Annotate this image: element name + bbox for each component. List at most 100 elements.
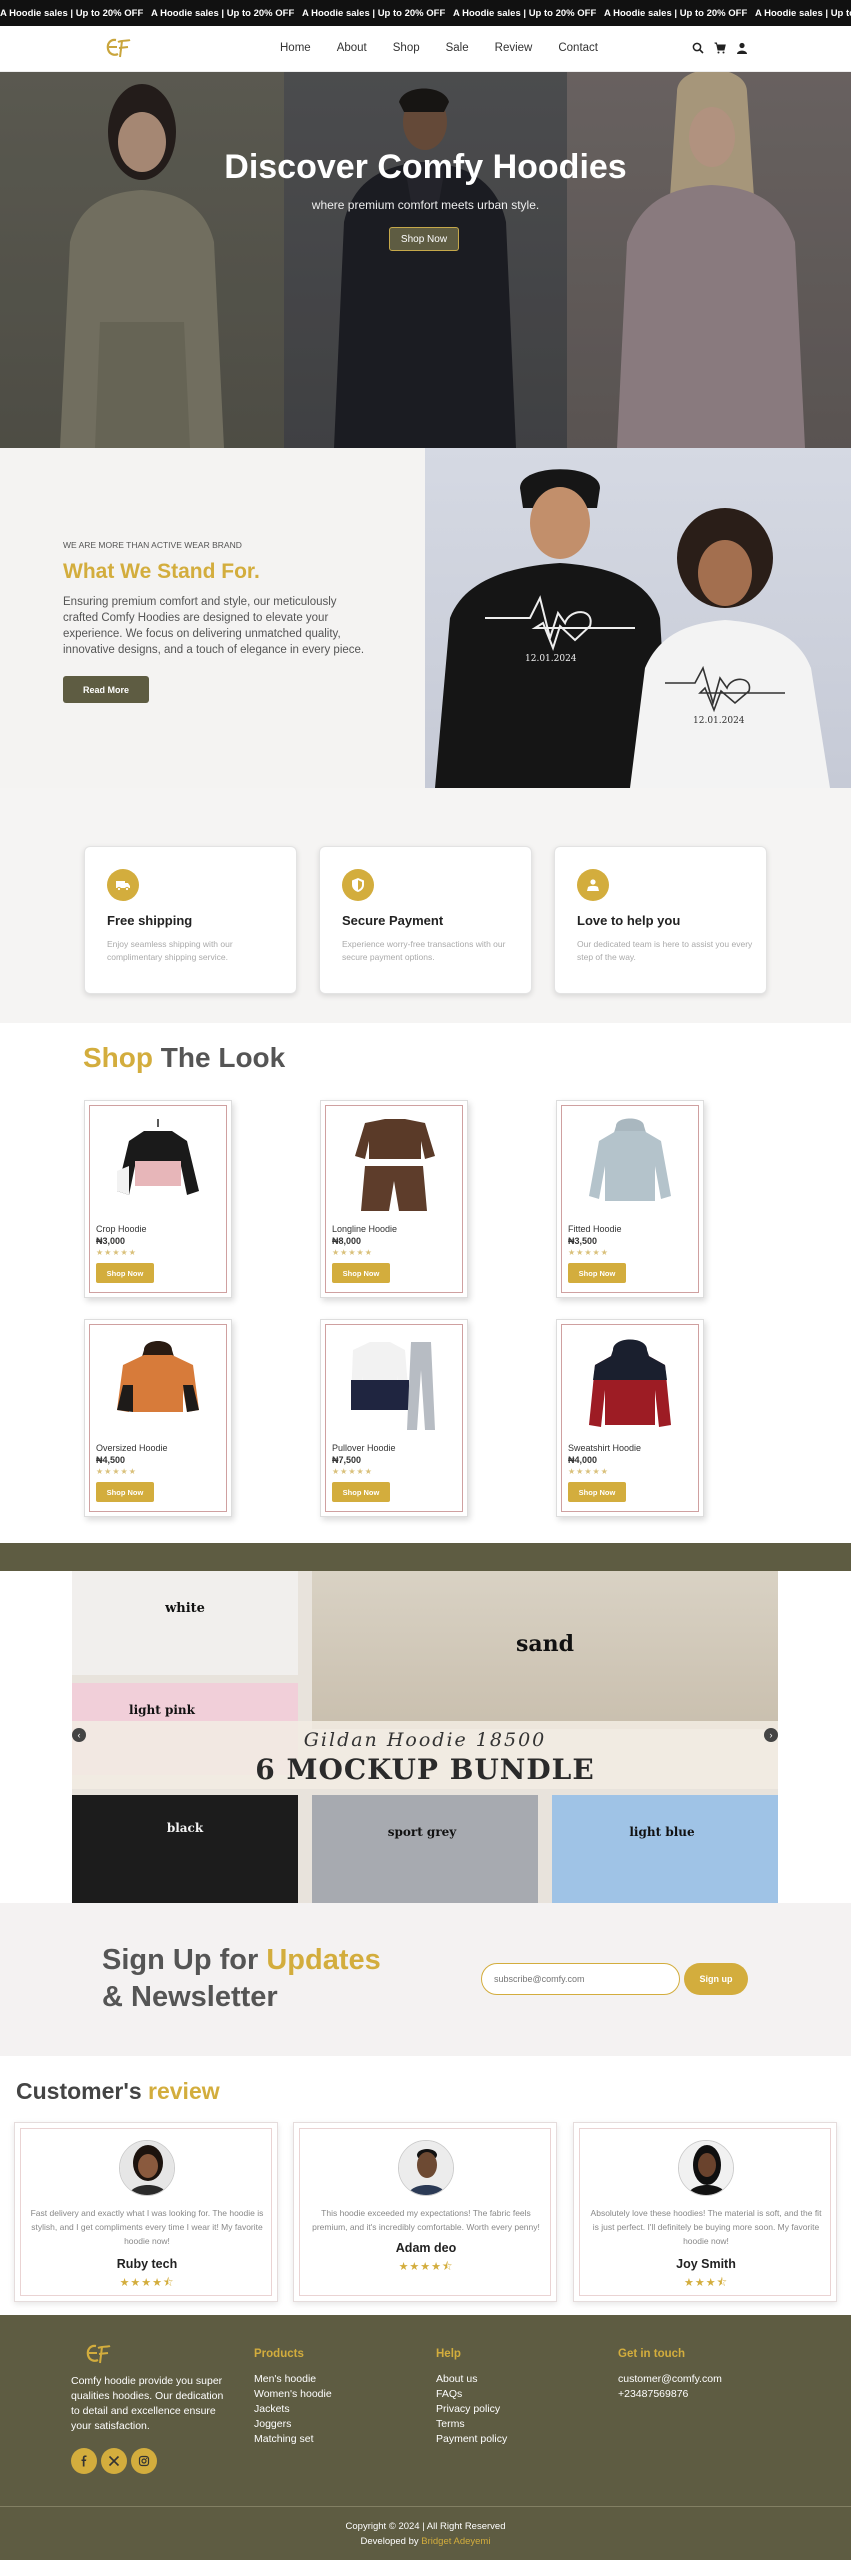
about-image-couple: 12.01.2024 12.01.2024 — [425, 448, 851, 788]
reviewer-avatar — [398, 2140, 454, 2196]
product-image-crop-hoodie — [117, 1119, 199, 1195]
reviewer-name: Joy Smith — [676, 2257, 736, 2271]
product-card[interactable]: Sweatshirt Hoodie ₦4,000 ★★★★★ Shop Now — [556, 1319, 704, 1517]
banner-prev-arrow[interactable]: ‹ — [72, 1728, 86, 1742]
product-card[interactable]: Oversized Hoodie ₦4,500 ★★★★★ Shop Now — [84, 1319, 232, 1517]
announcement-text: A Hoodie sales | Up to 20% OFF — [0, 8, 144, 19]
product-price: ₦3,500 — [568, 1236, 598, 1246]
footer-link[interactable]: About us — [436, 2372, 507, 2387]
developer-name-link[interactable]: Bridget Adeyemi — [421, 2536, 490, 2547]
product-rating: ★★★★★ — [332, 1248, 373, 1257]
facebook-icon[interactable] — [71, 2448, 97, 2474]
review-text: This hoodie exceeded my expectations! Th… — [312, 2208, 540, 2232]
banner-headline: 6 MOCKUP BUNDLE — [255, 1753, 595, 1786]
banner-strip — [0, 1543, 851, 1571]
footer-link[interactable]: Privacy policy — [436, 2402, 507, 2417]
main-navigation: Home About Shop Sale Review Contact — [0, 26, 851, 72]
shield-icon — [342, 869, 374, 901]
product-price: ₦7,500 — [332, 1455, 362, 1465]
product-card[interactable]: Longline Hoodie ₦8,000 ★★★★★ Shop Now — [320, 1100, 468, 1298]
review-card: This hoodie exceeded my expectations! Th… — [293, 2122, 557, 2302]
feature-text: Our dedicated team is here to assist you… — [577, 939, 753, 962]
review-rating: ★★★★⯪ — [119, 2277, 175, 2289]
x-icon[interactable] — [101, 2448, 127, 2474]
review-rating: ★★★★⯪ — [398, 2261, 454, 2273]
newsletter-signup-button[interactable]: Sign up — [684, 1963, 748, 1995]
footer-logo[interactable] — [84, 2342, 114, 2366]
footer-column-help: Help About us FAQs Privacy policy Terms … — [436, 2348, 507, 2447]
support-icon — [577, 869, 609, 901]
product-name: Crop Hoodie — [96, 1224, 147, 1234]
product-card[interactable]: Pullover Hoodie ₦7,500 ★★★★★ Shop Now — [320, 1319, 468, 1517]
review-rating: ★★★⯪ — [683, 2277, 728, 2289]
read-more-button[interactable]: Read More — [63, 676, 149, 703]
search-icon[interactable] — [692, 42, 704, 54]
product-price: ₦3,000 — [96, 1236, 126, 1246]
copyright-text: Copyright © 2024 | All Right Reserved — [345, 2521, 506, 2532]
product-card[interactable]: Crop Hoodie ₦3,000 ★★★★★ Shop Now — [84, 1100, 232, 1298]
banner-tile-light-blue: light blue — [552, 1795, 778, 1903]
newsletter-title: Sign Up for Updates & Newsletter — [102, 1944, 381, 2013]
hero-title: Discover Comfy Hoodies — [224, 148, 627, 186]
feature-title: Love to help you — [577, 913, 681, 928]
reviewer-avatar — [119, 2140, 175, 2196]
user-icon[interactable] — [736, 42, 748, 54]
product-name: Fitted Hoodie — [568, 1224, 622, 1234]
product-image-sweatshirt-hoodie — [589, 1339, 671, 1427]
footer-link[interactable]: Joggers — [254, 2417, 332, 2432]
feature-card: Free shipping Enjoy seamless shipping wi… — [84, 846, 297, 994]
footer-link[interactable]: Payment policy — [436, 2432, 507, 2447]
shop-now-button[interactable]: Shop Now — [332, 1263, 390, 1283]
product-rating: ★★★★★ — [332, 1467, 373, 1476]
shop-now-button[interactable]: Shop Now — [332, 1482, 390, 1502]
nav-link-review[interactable]: Review — [495, 42, 533, 54]
shop-now-button[interactable]: Shop Now — [96, 1482, 154, 1502]
nav-link-sale[interactable]: Sale — [446, 42, 469, 54]
reviewer-avatar — [678, 2140, 734, 2196]
mockup-bundle-banner: white sand light pink black sport grey l… — [72, 1571, 778, 1903]
shop-now-button[interactable]: Shop Now — [568, 1482, 626, 1502]
product-rating: ★★★★★ — [568, 1248, 609, 1257]
footer-link[interactable]: Women's hoodie — [254, 2387, 332, 2402]
footer-about-text: Comfy hoodie provide you super qualities… — [71, 2375, 224, 2432]
nav-link-contact[interactable]: Contact — [558, 42, 598, 54]
footer-link[interactable]: Terms — [436, 2417, 507, 2432]
product-price: ₦4,000 — [568, 1455, 598, 1465]
banner-tile-sport-grey: sport grey — [312, 1795, 538, 1903]
feature-card: Love to help you Our dedicated team is h… — [554, 846, 767, 994]
hoodie-date-right: 12.01.2024 — [693, 716, 745, 726]
announcement-bar: A Hoodie sales | Up to 20% OFF A Hoodie … — [0, 0, 851, 26]
contact-email-link[interactable]: customer@comfy.com — [618, 2372, 722, 2387]
footer-divider — [0, 2506, 851, 2507]
contact-phone-link[interactable]: +23487569876 — [618, 2387, 722, 2402]
shop-now-button[interactable]: Shop Now — [568, 1263, 626, 1283]
footer-link[interactable]: Matching set — [254, 2432, 332, 2447]
footer-link[interactable]: Jackets — [254, 2402, 332, 2417]
footer-link[interactable]: FAQs — [436, 2387, 507, 2402]
hero-shop-now-button[interactable]: Shop Now — [389, 227, 459, 251]
instagram-icon[interactable] — [131, 2448, 157, 2474]
feature-text: Experience worry-free transactions with … — [342, 939, 506, 962]
announcement-text: A Hoodie sales | Up to 20% OFF — [755, 8, 851, 19]
nav-link-about[interactable]: About — [337, 42, 367, 54]
cart-icon[interactable] — [714, 42, 726, 54]
banner-tile-black: black — [72, 1795, 298, 1903]
nav-link-home[interactable]: Home — [280, 42, 311, 54]
footer-column-title: Products — [254, 2348, 304, 2360]
newsletter-email-input[interactable] — [481, 1963, 680, 1995]
footer-link[interactable]: Men's hoodie — [254, 2372, 332, 2387]
announcement-text: A Hoodie sales | Up to 20% OFF — [302, 8, 446, 19]
product-name: Longline Hoodie — [332, 1224, 398, 1234]
hero-section — [0, 72, 851, 448]
product-image-oversized-hoodie — [117, 1341, 199, 1412]
banner-next-arrow[interactable]: › — [764, 1728, 778, 1742]
nav-link-shop[interactable]: Shop — [393, 42, 420, 54]
product-card[interactable]: Fitted Hoodie ₦3,500 ★★★★★ Shop Now — [556, 1100, 704, 1298]
shop-now-button[interactable]: Shop Now — [96, 1263, 154, 1283]
review-card: Fast delivery and exactly what I was loo… — [14, 2122, 278, 2302]
brand-logo[interactable] — [104, 35, 134, 61]
hoodie-date-left: 12.01.2024 — [525, 654, 577, 664]
review-text: Fast delivery and exactly what I was loo… — [30, 2208, 264, 2246]
hero-subtitle: where premium comfort meets urban style. — [311, 198, 540, 212]
product-name: Sweatshirt Hoodie — [568, 1443, 642, 1453]
